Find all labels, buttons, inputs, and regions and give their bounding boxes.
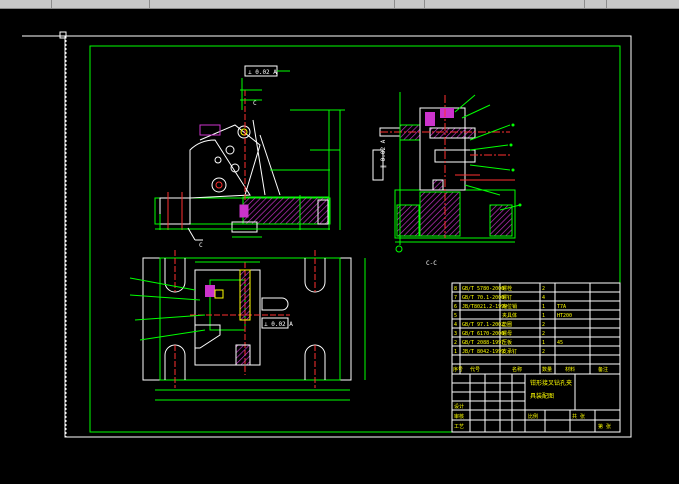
svg-text:螺母: 螺母 xyxy=(502,330,512,337)
svg-text:GB/T 6170-2000: GB/T 6170-2000 xyxy=(462,331,504,337)
svg-text:夹具体: 夹具体 xyxy=(502,312,517,319)
svg-text:GB/T 2088-1997: GB/T 2088-1997 xyxy=(462,340,504,346)
svg-text:备注: 备注 xyxy=(598,366,608,373)
svg-text:比例: 比例 xyxy=(528,413,538,420)
side-section-view: ∥ 0.02 A C-C xyxy=(372,92,522,267)
svg-text:JB/T 8042-1999: JB/T 8042-1999 xyxy=(462,349,504,355)
strip-segment xyxy=(52,0,150,8)
svg-text:GB/T 70.1-2000: GB/T 70.1-2000 xyxy=(462,295,504,301)
svg-text:2: 2 xyxy=(542,331,545,337)
svg-text:HT200: HT200 xyxy=(557,313,572,319)
svg-text:8: 8 xyxy=(454,286,457,292)
svg-text:6: 6 xyxy=(454,304,457,310)
svg-text:7: 7 xyxy=(454,295,457,301)
section-cut-mark: C xyxy=(253,100,257,107)
svg-text:螺栓: 螺栓 xyxy=(502,285,512,292)
svg-text:材料: 材料 xyxy=(565,366,575,373)
svg-text:共 张: 共 张 xyxy=(572,413,585,420)
svg-text:2: 2 xyxy=(542,349,545,355)
svg-text:序号: 序号 xyxy=(453,366,463,373)
svg-text:GB/T 5780-2000: GB/T 5780-2000 xyxy=(462,286,504,292)
svg-text:GB/T 97.1-2002: GB/T 97.1-2002 xyxy=(462,322,504,328)
svg-text:T7A: T7A xyxy=(557,304,566,310)
svg-text:1: 1 xyxy=(454,349,457,355)
svg-text:设计: 设计 xyxy=(454,403,464,410)
drawing-title-line2: 具装配图 xyxy=(530,392,554,400)
svg-text:4: 4 xyxy=(542,295,545,301)
svg-text:支承钉: 支承钉 xyxy=(502,348,517,355)
svg-text:工艺: 工艺 xyxy=(454,424,464,430)
svg-text:45: 45 xyxy=(557,340,563,346)
svg-text:1: 1 xyxy=(542,313,545,319)
svg-text:审核: 审核 xyxy=(454,413,464,420)
bom-rows: 8 GB/T 5780-2000 螺栓 2 7 GB/T 70.1-2000 螺… xyxy=(454,285,572,355)
svg-text:∥ 0.02 A: ∥ 0.02 A xyxy=(380,139,387,168)
svg-text:名称: 名称 xyxy=(512,366,522,373)
strip-segment xyxy=(0,0,52,8)
svg-text:1: 1 xyxy=(542,304,545,310)
strip-segment xyxy=(150,0,395,8)
svg-text:定位销: 定位销 xyxy=(502,303,517,310)
svg-text:代号: 代号 xyxy=(470,366,480,373)
svg-text:数量: 数量 xyxy=(542,366,552,373)
svg-text:垫圈: 垫圈 xyxy=(502,321,512,328)
title-meta: 设计 审核 工艺 比例 共 张 第 张 xyxy=(454,403,611,430)
svg-text:1: 1 xyxy=(542,340,545,346)
svg-text:⊥ 0.02 A: ⊥ 0.02 A xyxy=(248,69,277,76)
cad-drawing: ⊥ 0.02 A C C ∥ 0.02 A C-C ⊥ 0.02 A 8 GB/… xyxy=(22,31,632,438)
strip-segment xyxy=(395,0,425,8)
svg-text:3: 3 xyxy=(454,331,457,337)
front-view: ⊥ 0.02 A C C xyxy=(154,65,345,249)
window-title-strip xyxy=(0,0,679,9)
bom-header: 序号 代号 名称 数量 材料 备注 xyxy=(453,366,608,373)
svg-text:⊥ 0.02 A: ⊥ 0.02 A xyxy=(264,321,293,328)
drawing-title-line1: 钳形接叉钻孔夹 xyxy=(530,379,572,387)
svg-text:2: 2 xyxy=(542,286,545,292)
svg-text:2: 2 xyxy=(542,322,545,328)
svg-text:第 张: 第 张 xyxy=(598,423,611,430)
strip-segment xyxy=(585,0,607,8)
svg-text:压板: 压板 xyxy=(502,339,512,346)
title-block: 8 GB/T 5780-2000 螺栓 2 7 GB/T 70.1-2000 螺… xyxy=(451,282,621,433)
svg-text:5: 5 xyxy=(454,313,457,319)
section-label: C-C xyxy=(426,260,437,267)
sheet-outer-frame xyxy=(64,35,632,438)
svg-text:螺钉: 螺钉 xyxy=(502,294,512,301)
view-marker-label: C xyxy=(199,242,203,249)
strip-segment xyxy=(425,0,585,8)
cad-drawing-canvas[interactable]: ⊥ 0.02 A C C ∥ 0.02 A C-C ⊥ 0.02 A 8 GB/… xyxy=(0,9,679,480)
svg-text:JB/T8021.2-1999: JB/T8021.2-1999 xyxy=(462,304,507,310)
plan-view: ⊥ 0.02 A xyxy=(129,250,366,401)
svg-text:4: 4 xyxy=(454,322,457,328)
svg-text:2: 2 xyxy=(454,340,457,346)
strip-segment xyxy=(607,0,679,8)
